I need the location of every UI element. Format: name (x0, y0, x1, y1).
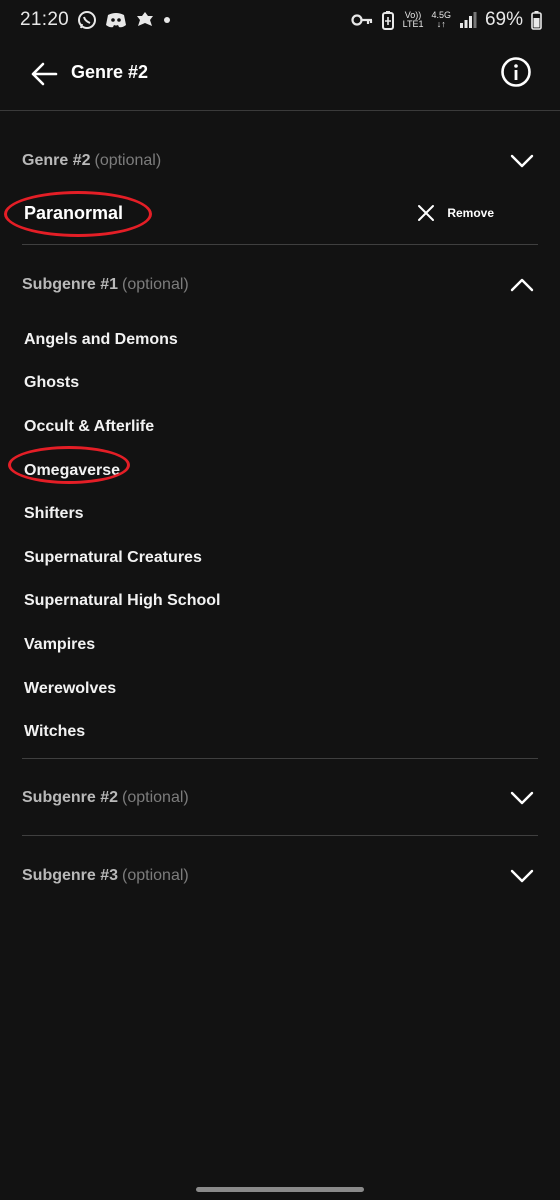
vpn-key-icon (351, 13, 373, 27)
home-indicator[interactable] (196, 1187, 364, 1192)
genre-optional-text: (optional) (94, 152, 162, 169)
remove-button[interactable]: Remove (417, 204, 494, 222)
subgenre2-label-text: Subgenre #2 (22, 789, 119, 806)
back-button[interactable] (30, 60, 58, 88)
subgenre-option[interactable]: Werewolves (24, 667, 524, 711)
data-type: 4.5G ↓↑ (431, 11, 451, 29)
discord-icon (105, 11, 127, 29)
subgenre2-section-header[interactable]: Subgenre #2 (optional) (22, 783, 538, 813)
subgenre-option[interactable]: Supernatural High School (24, 580, 524, 624)
genre-label-text: Genre #2 (22, 152, 91, 169)
network-volte: Vo)) LTE1 (403, 11, 424, 29)
subgenre1-option-list: Angels and Demons Ghosts Occult & Afterl… (24, 318, 524, 754)
subgenre-option[interactable]: Witches (24, 710, 524, 754)
subgenre-option[interactable]: Vampires (24, 623, 524, 667)
battery-icon (531, 10, 542, 30)
close-icon (418, 205, 435, 221)
status-time: 21:20 (20, 9, 70, 30)
signal-icon (459, 12, 477, 28)
annotation-circle-omegaverse (8, 446, 130, 484)
genre-divider (22, 244, 538, 245)
app-bar-divider (0, 110, 560, 111)
subgenre1-label-text: Subgenre #1 (22, 276, 119, 293)
subgenre-option[interactable]: Ghosts (24, 362, 524, 406)
data-arrows-icon: ↓↑ (436, 19, 446, 29)
whatsapp-icon (77, 10, 97, 30)
notification-dot-icon (163, 16, 171, 24)
subgenre3-label: Subgenre #3 (optional) (22, 867, 189, 885)
battery-percent: 69% (484, 9, 523, 30)
subgenre-option[interactable]: Angels and Demons (24, 318, 524, 362)
arrow-left-icon (31, 62, 58, 86)
app-bar: Genre #2 (0, 40, 560, 110)
subgenre2-optional-text: (optional) (122, 789, 189, 806)
subgenre3-section-header[interactable]: Subgenre #3 (optional) (22, 861, 538, 891)
subgenre-option[interactable]: Shifters (24, 492, 524, 536)
subgenre3-label-text: Subgenre #3 (22, 867, 119, 884)
subgenre-option[interactable]: Supernatural Creatures (24, 536, 524, 580)
info-button[interactable] (500, 56, 532, 88)
app-notification-icon (135, 10, 155, 30)
status-left: 21:20 (20, 9, 171, 31)
chevron-down-icon[interactable] (506, 146, 538, 176)
battery-saver-icon (381, 10, 395, 30)
genre-label: Genre #2 (optional) (22, 152, 161, 170)
remove-label: Remove (447, 206, 494, 220)
subgenre2-label: Subgenre #2 (optional) (22, 789, 189, 807)
status-bar: 21:20 Vo)) LTE1 4.5G ↓↑ 69% (0, 0, 560, 40)
chevron-up-icon[interactable] (506, 270, 538, 300)
info-circle-icon (501, 57, 531, 87)
subgenre1-divider (22, 758, 538, 759)
subgenre1-optional-text: (optional) (122, 276, 189, 293)
subgenre-option[interactable]: Occult & Afterlife (24, 405, 524, 449)
subgenre2-divider (22, 835, 538, 836)
status-right: Vo)) LTE1 4.5G ↓↑ 69% (351, 9, 542, 31)
subgenre1-section-header[interactable]: Subgenre #1 (optional) (22, 270, 538, 300)
subgenre3-optional-text: (optional) (122, 867, 189, 884)
genre-section-header[interactable]: Genre #2 (optional) (22, 146, 538, 176)
chevron-down-icon[interactable] (506, 861, 538, 891)
page-title: Genre #2 (71, 62, 149, 82)
chevron-down-icon[interactable] (506, 783, 538, 813)
annotation-circle-paranormal (4, 191, 152, 237)
lte-label: LTE1 (402, 19, 424, 29)
subgenre1-label: Subgenre #1 (optional) (22, 276, 189, 294)
